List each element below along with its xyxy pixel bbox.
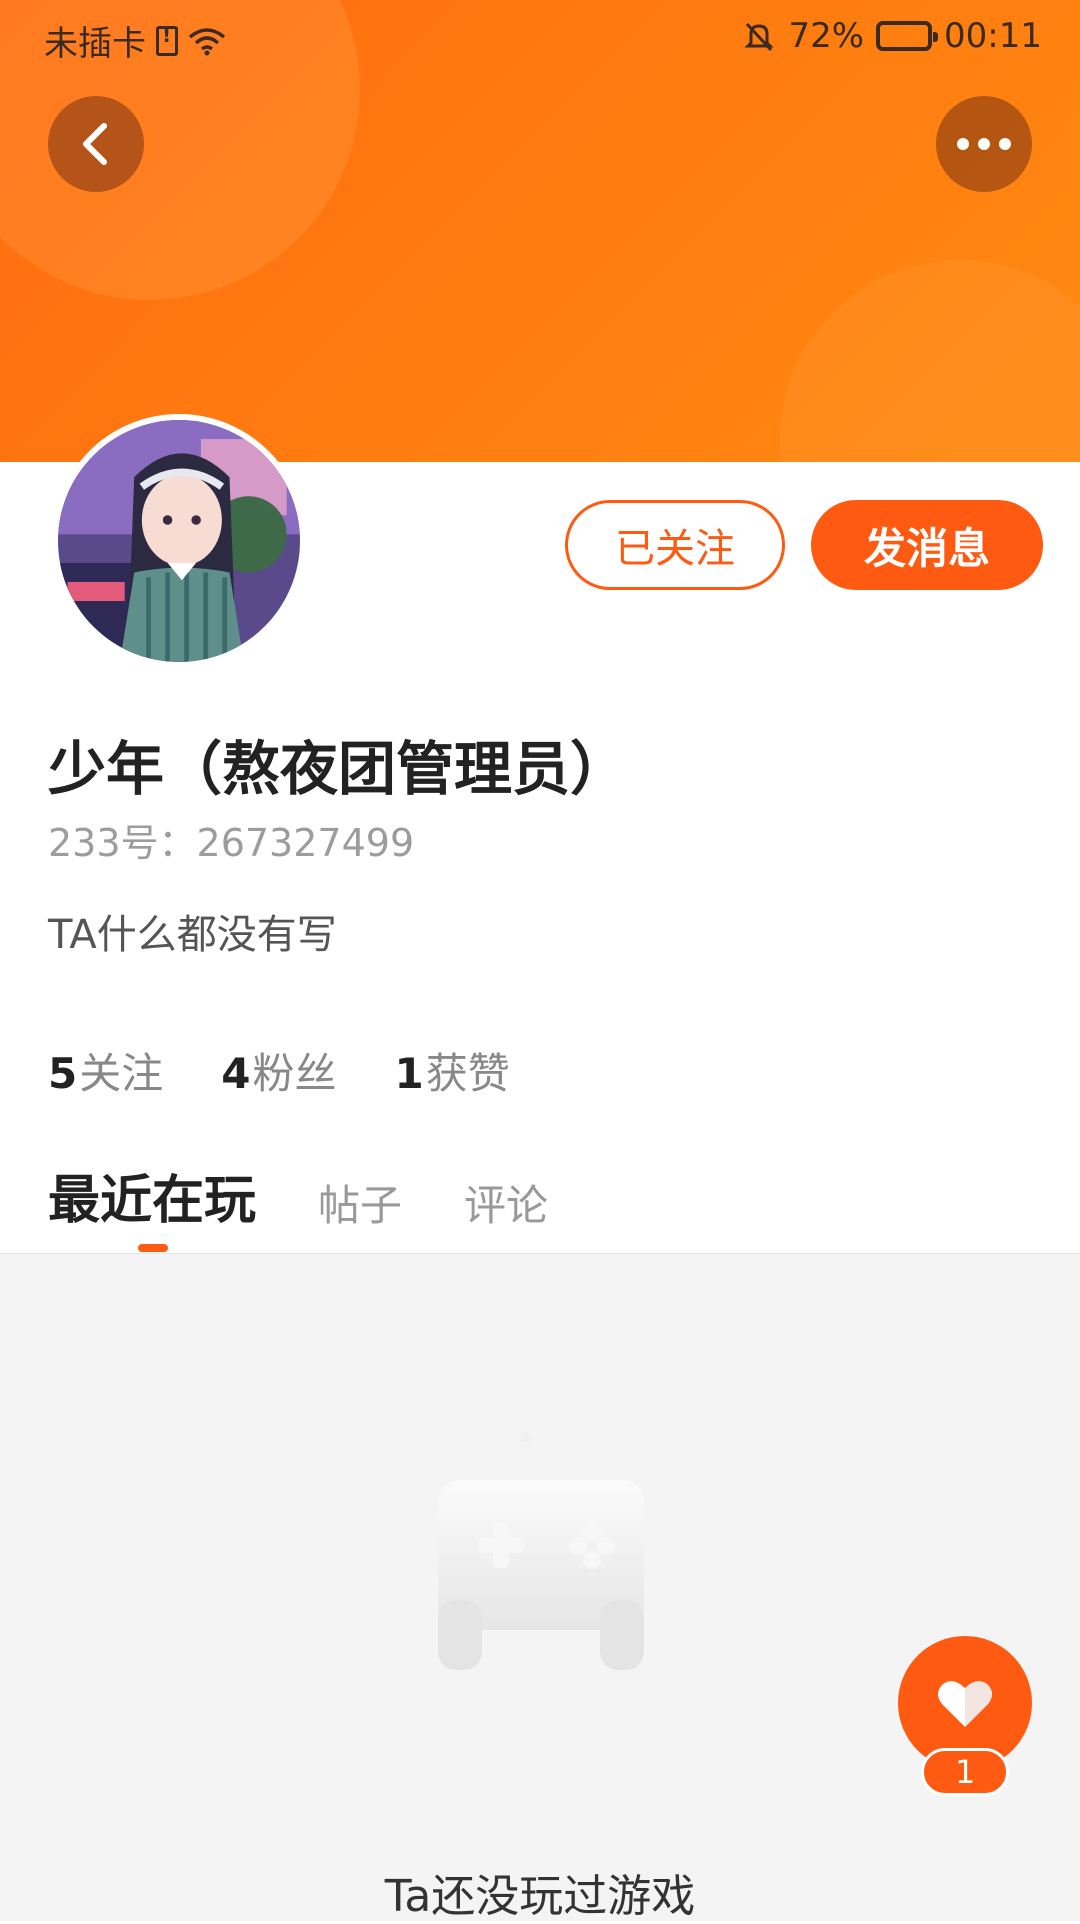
stat-likes[interactable]: 1获赞 <box>395 1040 510 1101</box>
tab-comments[interactable]: 评论 <box>464 1172 548 1233</box>
battery-percent: 72% <box>788 16 865 56</box>
stat-label: 关注 <box>79 1049 164 1098</box>
profile-stats: 5关注 4粉丝 1获赞 <box>48 1040 510 1101</box>
heart-icon <box>938 1681 992 1727</box>
stat-label: 获赞 <box>425 1049 510 1098</box>
wifi-icon <box>188 27 226 55</box>
user-id: 233号：267327499 <box>48 821 415 865</box>
status-bar: 未插卡 72% 00:11 <box>0 0 1080 76</box>
profile-tabs: 最近在玩 帖子 评论 <box>48 1158 548 1233</box>
banner-decoration <box>780 260 1080 462</box>
stat-count: 1 <box>394 1049 424 1098</box>
status-left: 未插卡 <box>44 16 226 65</box>
followed-button[interactable]: 已关注 <box>565 500 785 590</box>
bell-muted-icon <box>744 22 775 52</box>
stat-count: 4 <box>221 1049 251 1098</box>
profile-name: 少年（熬夜团管理员） <box>48 735 629 803</box>
active-tab-indicator <box>138 1244 168 1252</box>
more-button[interactable] <box>936 96 1032 192</box>
more-dots-icon <box>957 138 1011 150</box>
back-button[interactable] <box>48 96 144 192</box>
sim-alert-icon <box>156 23 178 56</box>
carrier-label: 未插卡 <box>44 24 146 64</box>
empty-state-text: Ta还没玩过游戏 <box>384 1871 696 1922</box>
tab-posts[interactable]: 帖子 <box>318 1172 402 1233</box>
tab-recently-played[interactable]: 最近在玩 <box>48 1158 256 1233</box>
send-message-button[interactable]: 发消息 <box>811 500 1043 590</box>
battery-icon <box>876 21 939 51</box>
gamepad-icon <box>438 1430 644 1670</box>
stat-fans[interactable]: 4粉丝 <box>221 1040 336 1101</box>
stat-following[interactable]: 5关注 <box>48 1040 163 1101</box>
stat-count: 5 <box>48 1049 78 1098</box>
clock: 00:11 <box>944 16 1042 56</box>
profile-bio: TA什么都没有写 <box>48 912 337 958</box>
stat-label: 粉丝 <box>252 1049 337 1098</box>
chevron-left-icon <box>83 123 107 165</box>
avatar-image <box>58 420 300 662</box>
avatar[interactable] <box>52 414 306 668</box>
like-count-badge: 1 <box>921 1748 1009 1796</box>
status-right: 72% 00:11 <box>742 16 1042 56</box>
